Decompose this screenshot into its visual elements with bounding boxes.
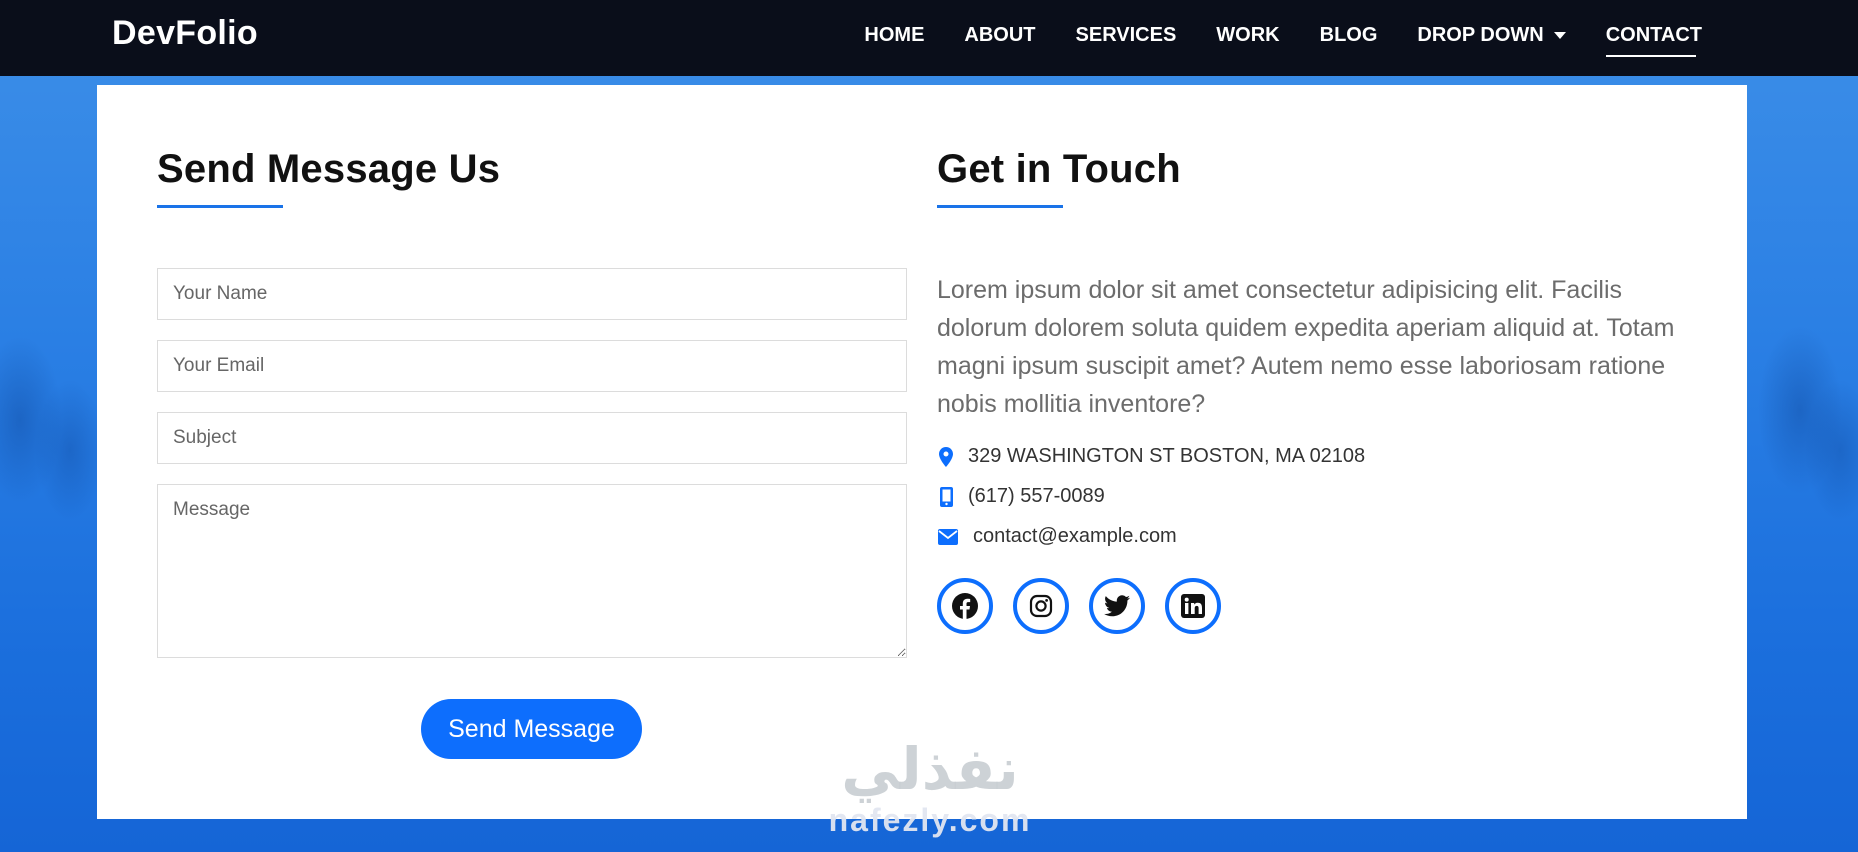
mobile-phone-icon	[937, 486, 955, 507]
message-textarea[interactable]	[157, 484, 907, 658]
map-marker-icon	[937, 446, 955, 467]
nav-dropdown-label: DROP DOWN	[1417, 24, 1544, 46]
nav-blog[interactable]: BLOG	[1300, 22, 1398, 58]
email-row: contact@example.com	[937, 525, 1177, 548]
envelope-icon	[937, 528, 959, 545]
navbar: DevFolio HOME ABOUT SERVICES WORK BLOG D…	[0, 0, 1858, 76]
watermark-latin: nafezly.com	[828, 802, 1032, 838]
nav-contact[interactable]: CONTACT	[1586, 22, 1722, 58]
info-description: Lorem ipsum dolor sit amet consectetur a…	[937, 276, 1675, 418]
nav-services[interactable]: SERVICES	[1056, 22, 1197, 58]
watermark: نفذلي nafezly.com	[820, 740, 1040, 839]
brand-logo[interactable]: DevFolio	[112, 14, 258, 53]
watermark-arabic: نفذلي	[841, 737, 1019, 802]
address-row: 329 WASHINGTON ST BOSTON, MA 02108	[937, 445, 1365, 468]
phone-text: (617) 557-0089	[968, 485, 1105, 507]
email-text[interactable]: contact@example.com	[973, 525, 1177, 548]
facebook-icon[interactable]	[937, 578, 993, 634]
phone-row: (617) 557-0089	[937, 485, 1105, 508]
nav-home[interactable]: HOME	[844, 22, 944, 58]
nav-about[interactable]: ABOUT	[944, 22, 1055, 58]
name-input[interactable]	[157, 268, 907, 320]
caret-down-icon	[1553, 32, 1566, 39]
nav-work[interactable]: WORK	[1196, 22, 1299, 58]
address-text: 329 WASHINGTON ST BOSTON, MA 02108	[968, 445, 1366, 467]
email-input[interactable]	[157, 340, 907, 392]
contact-card: Send Message Us Send Message Get in Touc…	[97, 85, 1747, 819]
social-links	[937, 578, 1221, 634]
nav-links: HOME ABOUT SERVICES WORK BLOG DROP DOWN …	[844, 22, 1722, 58]
info-title: Get in Touch	[937, 147, 1181, 191]
subject-input[interactable]	[157, 412, 907, 464]
info-title-underline	[937, 205, 1063, 208]
instagram-icon[interactable]	[1013, 578, 1069, 634]
form-title-underline	[157, 205, 283, 208]
form-title: Send Message Us	[157, 147, 501, 191]
twitter-icon[interactable]	[1089, 578, 1145, 634]
linkedin-icon[interactable]	[1165, 578, 1221, 634]
nav-dropdown[interactable]: DROP DOWN	[1397, 22, 1585, 58]
send-message-button[interactable]: Send Message	[421, 699, 642, 759]
